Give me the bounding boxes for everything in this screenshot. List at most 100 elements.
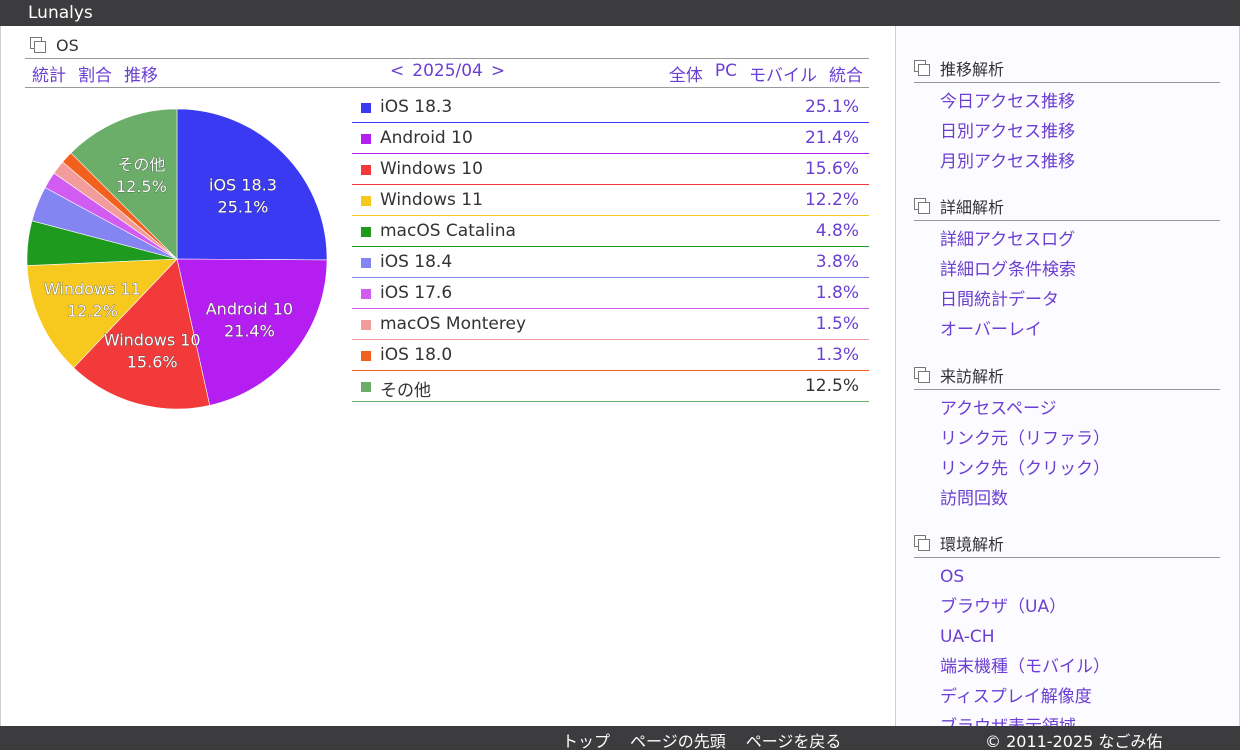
legend-swatch: [361, 289, 371, 299]
prev-period-link[interactable]: <: [390, 61, 404, 81]
sidebar-section-title: 詳細解析: [940, 198, 1005, 217]
os-share-value: 12.5%: [804, 376, 859, 396]
legend-swatch: [361, 196, 371, 206]
sidebar-item-daily-stats[interactable]: 日間統計データ: [940, 290, 1059, 310]
app-header: Lunalys: [0, 0, 1240, 26]
sidebar-item-overlay[interactable]: オーバーレイ: [940, 320, 1042, 340]
sidebar-item-referrer[interactable]: リンク元（リファラ）: [940, 429, 1110, 449]
os-share-value: 1.3%: [815, 345, 859, 365]
legend-swatch: [361, 351, 371, 361]
footer-link-back[interactable]: ページを戻る: [746, 728, 842, 750]
next-period-link[interactable]: >: [491, 61, 505, 81]
view-tab-ratio[interactable]: 割合: [78, 61, 112, 86]
os-share-table: iOS 18.3 25.1% Android 10 21.4% Windows 10 15…: [352, 92, 869, 402]
table-row: その他 12.5%: [352, 371, 869, 402]
os-pie-chart: iOS 18.3 25.1% Android 10 21.4% Windows 10 15…: [26, 108, 328, 410]
os-share-value: 3.8%: [815, 252, 859, 272]
sidebar-divider: [914, 557, 1220, 558]
os-name: Windows 10: [380, 159, 483, 179]
footer-link-top[interactable]: トップ: [562, 728, 610, 750]
windows-icon: [914, 198, 932, 214]
view-tab-trend[interactable]: 推移: [124, 61, 158, 86]
table-row: Android 10 21.4%: [352, 123, 869, 154]
os-share-value: 12.2%: [804, 190, 859, 210]
sidebar-item-access-log[interactable]: 詳細アクセスログ: [940, 230, 1075, 250]
table-row: macOS Monterey 1.5%: [352, 309, 869, 340]
pie-value-label: 12.5%: [116, 177, 167, 196]
legend-swatch: [361, 320, 371, 330]
sidebar-section-title: 環境解析: [940, 535, 1005, 554]
os-share-value: 1.8%: [815, 283, 859, 303]
legend-swatch: [361, 134, 371, 144]
table-row: iOS 18.3 25.1%: [352, 92, 869, 123]
os-share-value: 1.5%: [815, 314, 859, 334]
sidebar-section-title: 推移解析: [940, 60, 1005, 79]
os-name: Android 10: [380, 128, 473, 148]
legend-swatch: [361, 382, 371, 392]
filter-pc[interactable]: PC: [715, 61, 737, 86]
sidebar-section-visit: 来訪解析 アクセスページ リンク元（リファラ） リンク先（クリック） 訪問回数: [914, 363, 1220, 515]
sidebar-section-detail: 詳細解析 詳細アクセスログ 詳細ログ条件検索 日間統計データ オーバーレイ: [914, 194, 1220, 346]
sidebar: 推移解析 今日アクセス推移 日別アクセス推移 月別アクセス推移 詳細解析 詳細ア…: [895, 26, 1239, 726]
sidebar-item-display-resolution[interactable]: ディスプレイ解像度: [940, 687, 1092, 707]
filter-all[interactable]: 全体: [669, 61, 703, 86]
os-share-value: 25.1%: [804, 97, 859, 117]
sidebar-item-click-target[interactable]: リンク先（クリック）: [940, 459, 1110, 479]
pie-label: Windows 11: [44, 280, 141, 299]
table-row: Windows 10 15.6%: [352, 154, 869, 185]
table-row: macOS Catalina 4.8%: [352, 216, 869, 247]
footer-link-page-top[interactable]: ページの先頭: [630, 728, 726, 750]
sidebar-divider: [914, 389, 1220, 390]
copyright-text: © 2011-2025 なごみ佑: [985, 732, 1163, 750]
pie-label: iOS 18.3: [209, 175, 277, 194]
sidebar-item-viewport[interactable]: ブラウザ表示領域: [940, 717, 1076, 726]
sidebar-item-os[interactable]: OS: [940, 567, 964, 587]
app-title[interactable]: Lunalys: [28, 3, 93, 23]
pie-value-label: 15.6%: [127, 353, 178, 372]
sidebar-divider: [914, 220, 1220, 221]
view-tabs: 統計 割合 推移: [32, 61, 158, 86]
sidebar-item-daily-trend[interactable]: 日別アクセス推移: [940, 122, 1075, 142]
view-tab-stats[interactable]: 統計: [32, 61, 66, 86]
sidebar-section-trend: 推移解析 今日アクセス推移 日別アクセス推移 月別アクセス推移: [914, 56, 1220, 178]
table-row: iOS 18.4 3.8%: [352, 247, 869, 278]
period-label: 2025/04: [412, 61, 483, 81]
sidebar-item-log-search[interactable]: 詳細ログ条件検索: [940, 260, 1076, 280]
os-share-value: 15.6%: [804, 159, 859, 179]
pie-label: Android 10: [206, 299, 293, 318]
sidebar-section-title: 来訪解析: [940, 367, 1005, 386]
table-row: iOS 18.0 1.3%: [352, 340, 869, 371]
sidebar-divider: [914, 82, 1220, 83]
os-name: iOS 17.6: [380, 283, 453, 303]
legend-swatch: [361, 165, 371, 175]
windows-icon: [914, 60, 932, 76]
os-name: iOS 18.3: [380, 97, 453, 117]
page-title: OS: [56, 35, 79, 55]
pie-value-label: 21.4%: [224, 321, 275, 340]
sidebar-item-today-trend[interactable]: 今日アクセス推移: [940, 92, 1075, 112]
pie-label: その他: [117, 155, 165, 174]
os-name: macOS Monterey: [380, 314, 527, 334]
filter-combined[interactable]: 統合: [829, 61, 863, 86]
sidebar-item-browser[interactable]: ブラウザ（UA）: [940, 597, 1066, 617]
device-filter: 全体 PC モバイル 統合: [669, 61, 863, 86]
sidebar-item-ua-ch[interactable]: UA-CH: [940, 627, 995, 647]
legend-swatch: [361, 258, 371, 268]
os-name: iOS 18.4: [380, 252, 453, 272]
os-share-value: 21.4%: [804, 128, 859, 148]
heading-divider: [25, 58, 869, 59]
filter-mobile[interactable]: モバイル: [749, 61, 817, 86]
os-name: iOS 18.0: [380, 345, 453, 365]
pie-label: Windows 10: [104, 331, 201, 350]
os-name: Windows 11: [380, 190, 483, 210]
sidebar-item-device-model[interactable]: 端末機種（モバイル）: [940, 657, 1110, 677]
sidebar-item-monthly-trend[interactable]: 月別アクセス推移: [940, 152, 1075, 172]
pie-value-label: 12.2%: [67, 302, 118, 321]
footer-nav: トップ ページの先頭 ページを戻る: [562, 728, 841, 750]
sidebar-item-visit-count[interactable]: 訪問回数: [940, 489, 1008, 509]
app-footer: トップ ページの先頭 ページを戻る © 2011-2025 なごみ佑: [0, 726, 1240, 750]
windows-icon: [914, 535, 932, 551]
sidebar-section-environment: 環境解析 OS ブラウザ（UA） UA-CH 端末機種（モバイル） ディスプレイ…: [914, 531, 1220, 726]
sidebar-item-access-pages[interactable]: アクセスページ: [940, 399, 1057, 419]
report-nav: 統計 割合 推移 < 2025/04 > 全体 PC モバイル 統合: [25, 60, 869, 86]
